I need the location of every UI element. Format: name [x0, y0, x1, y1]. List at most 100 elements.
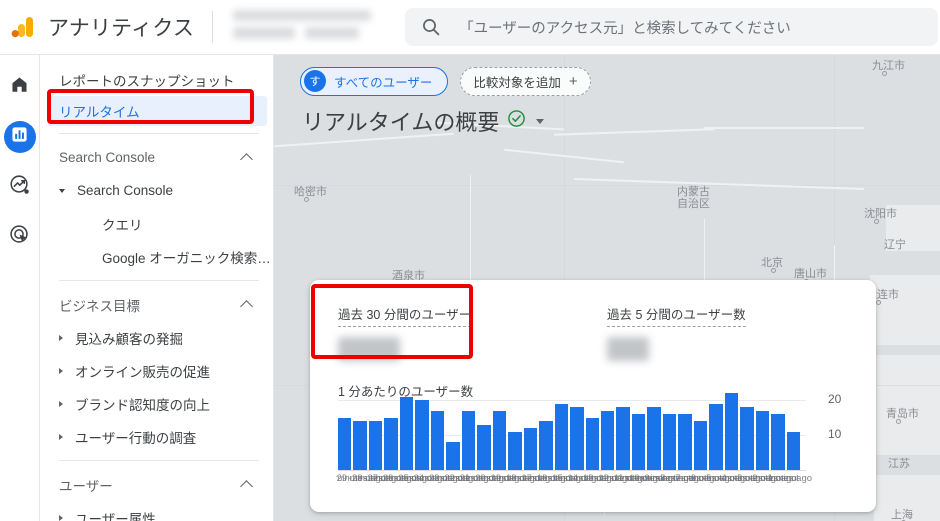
- chart-bar[interactable]: [430, 410, 445, 470]
- search-bar[interactable]: 「ユーザーのアクセス元」と検索してみてください: [405, 8, 939, 46]
- advertising-target-icon: [9, 224, 30, 250]
- sidebar-item-raise-brand-awareness[interactable]: ブランド認知度の向上: [41, 387, 273, 420]
- chart-bar[interactable]: [368, 421, 383, 470]
- map-city-dot: [876, 300, 881, 305]
- rail-item-home[interactable]: [4, 71, 36, 103]
- search-input-placeholder[interactable]: 「ユーザーのアクセス元」と検索してみてください: [459, 17, 791, 38]
- sidebar-item-examine-user-behavior[interactable]: ユーザー行動の調査: [41, 420, 273, 453]
- sidebar-item-search-console-group[interactable]: Search Console: [41, 174, 273, 207]
- page-title-row: リアルタイムの概要: [302, 105, 545, 137]
- add-comparison-label: 比較対象を追加: [473, 75, 561, 90]
- all-users-chip[interactable]: す すべてのユーザー: [300, 66, 449, 96]
- map-label: 江苏: [888, 457, 910, 470]
- caret-down-icon[interactable]: [59, 188, 65, 193]
- map-label: 哈密市: [294, 185, 327, 198]
- chart-bar[interactable]: [693, 421, 708, 470]
- left-icon-rail: [0, 55, 40, 521]
- rail-item-reports[interactable]: [3, 121, 36, 153]
- sidebar-item-google-organic-search[interactable]: Google オーガニック検索レ…: [41, 240, 273, 273]
- chart-bar[interactable]: [740, 407, 754, 470]
- chart-x-tick-label: -1 minut: [764, 473, 799, 484]
- chart-bar[interactable]: [461, 410, 476, 470]
- product-title: アナリティクス: [48, 17, 195, 40]
- chart-bar[interactable]: [384, 417, 398, 470]
- chart-bar[interactable]: [709, 403, 723, 470]
- chart-bar[interactable]: [539, 421, 553, 470]
- map-label: 自治区: [677, 197, 710, 210]
- chart-bar[interactable]: [523, 428, 538, 470]
- chart-x-axis-labels: -30 minutes ago-29 minutes ago-28 minute…: [336, 473, 856, 489]
- map-city-dot: [874, 219, 879, 224]
- top-bar: アナリティクス 「ユーザーのアクセス元」と検索してみてください: [0, 0, 940, 55]
- chart-bar[interactable]: [508, 431, 522, 470]
- sidebar-item-generate-leads[interactable]: 見込み顧客の発掘: [41, 321, 273, 354]
- sidebar-item-queries[interactable]: クエリ: [41, 207, 273, 240]
- caret-right-icon[interactable]: [59, 433, 63, 440]
- chart-plot-area: [338, 386, 806, 471]
- add-comparison-chip[interactable]: 比較対象を追加 +: [460, 66, 591, 96]
- caret-right-icon[interactable]: [59, 334, 63, 341]
- users-per-minute-chart[interactable]: 1020 -30 minutes ago-29 minutes ago-28 m…: [336, 386, 848, 508]
- page-title: リアルタイムの概要: [302, 110, 500, 135]
- sidebar-section-search-console[interactable]: Search Console: [41, 141, 273, 174]
- metric-value-blurred: [607, 337, 683, 363]
- chevron-up-icon[interactable]: [240, 480, 253, 493]
- metric-value-blurred: [338, 337, 414, 363]
- sidebar-item-label: ブランド認知度の向上: [75, 397, 210, 413]
- chart-bar[interactable]: [662, 414, 677, 470]
- map-label: 沈阳市: [864, 207, 897, 220]
- sidebar-item-drive-online-sales[interactable]: オンライン販売の促進: [41, 354, 273, 387]
- metric-label: 過去 5 分間のユーザー数: [607, 304, 746, 327]
- chart-bar[interactable]: [786, 431, 801, 470]
- chart-bar[interactable]: [585, 417, 599, 470]
- chevron-up-icon[interactable]: [240, 153, 253, 166]
- chart-bar[interactable]: [647, 407, 661, 470]
- sidebar-section-label: Search Console: [59, 150, 156, 165]
- chart-bar[interactable]: [570, 407, 584, 470]
- chart-bar[interactable]: [415, 400, 429, 470]
- plus-icon: +: [568, 72, 578, 90]
- google-analytics-logo[interactable]: [0, 14, 46, 40]
- caret-right-icon[interactable]: [59, 400, 63, 407]
- chart-bar[interactable]: [771, 414, 785, 470]
- sidebar-section-label: ビジネス目標: [59, 298, 140, 314]
- green-check-circle-icon: [507, 109, 526, 133]
- sidebar-section-user[interactable]: ユーザー: [41, 468, 273, 501]
- sidebar-item-reports-snapshot[interactable]: レポートのスナップショット: [41, 63, 273, 96]
- chevron-up-icon[interactable]: [240, 300, 253, 313]
- account-property-selector[interactable]: [227, 7, 387, 47]
- map-city-dot: [896, 419, 901, 424]
- chart-y-tick-label: 20: [828, 392, 842, 406]
- chart-bar[interactable]: [600, 410, 615, 470]
- chart-bar[interactable]: [477, 424, 491, 470]
- chart-bar[interactable]: [724, 393, 739, 470]
- caret-right-icon[interactable]: [59, 514, 63, 521]
- chart-bar[interactable]: [616, 407, 630, 470]
- sidebar-item-label: 見込み顧客の発掘: [75, 331, 183, 347]
- realtime-overview-card: 過去 30 分間のユーザー 過去 5 分間のユーザー数 1 分あたりのユーザー数…: [310, 280, 876, 512]
- chart-bar[interactable]: [338, 417, 352, 470]
- sidebar-item-label: クエリ: [102, 217, 143, 233]
- chart-bar[interactable]: [631, 414, 646, 470]
- map-label: 辽宁: [884, 238, 906, 251]
- rail-item-explore[interactable]: [4, 171, 36, 203]
- chevron-down-icon[interactable]: [536, 118, 545, 124]
- sidebar-divider: [59, 280, 259, 281]
- chart-y-tick-label: 10: [828, 427, 842, 441]
- sidebar-item-label: リアルタイム: [59, 105, 140, 120]
- chart-bar[interactable]: [446, 442, 460, 470]
- caret-right-icon[interactable]: [59, 367, 63, 374]
- sidebar-item-realtime[interactable]: リアルタイム: [47, 96, 267, 126]
- chart-bar[interactable]: [353, 421, 367, 470]
- chart-axis-line: [338, 470, 806, 471]
- chart-bar[interactable]: [755, 410, 770, 470]
- left-navigation-sidebar[interactable]: レポートのスナップショット リアルタイム Search Console Sear…: [41, 55, 274, 521]
- chart-bar[interactable]: [399, 396, 414, 470]
- map-city-dot: [882, 71, 887, 76]
- sidebar-section-business-goals[interactable]: ビジネス目標: [41, 288, 273, 321]
- chart-bar[interactable]: [678, 414, 692, 470]
- chart-bar[interactable]: [492, 410, 507, 470]
- rail-item-advertising[interactable]: [4, 221, 36, 253]
- chart-bar[interactable]: [554, 403, 569, 470]
- sidebar-item-user-attributes[interactable]: ユーザー属性: [41, 501, 273, 521]
